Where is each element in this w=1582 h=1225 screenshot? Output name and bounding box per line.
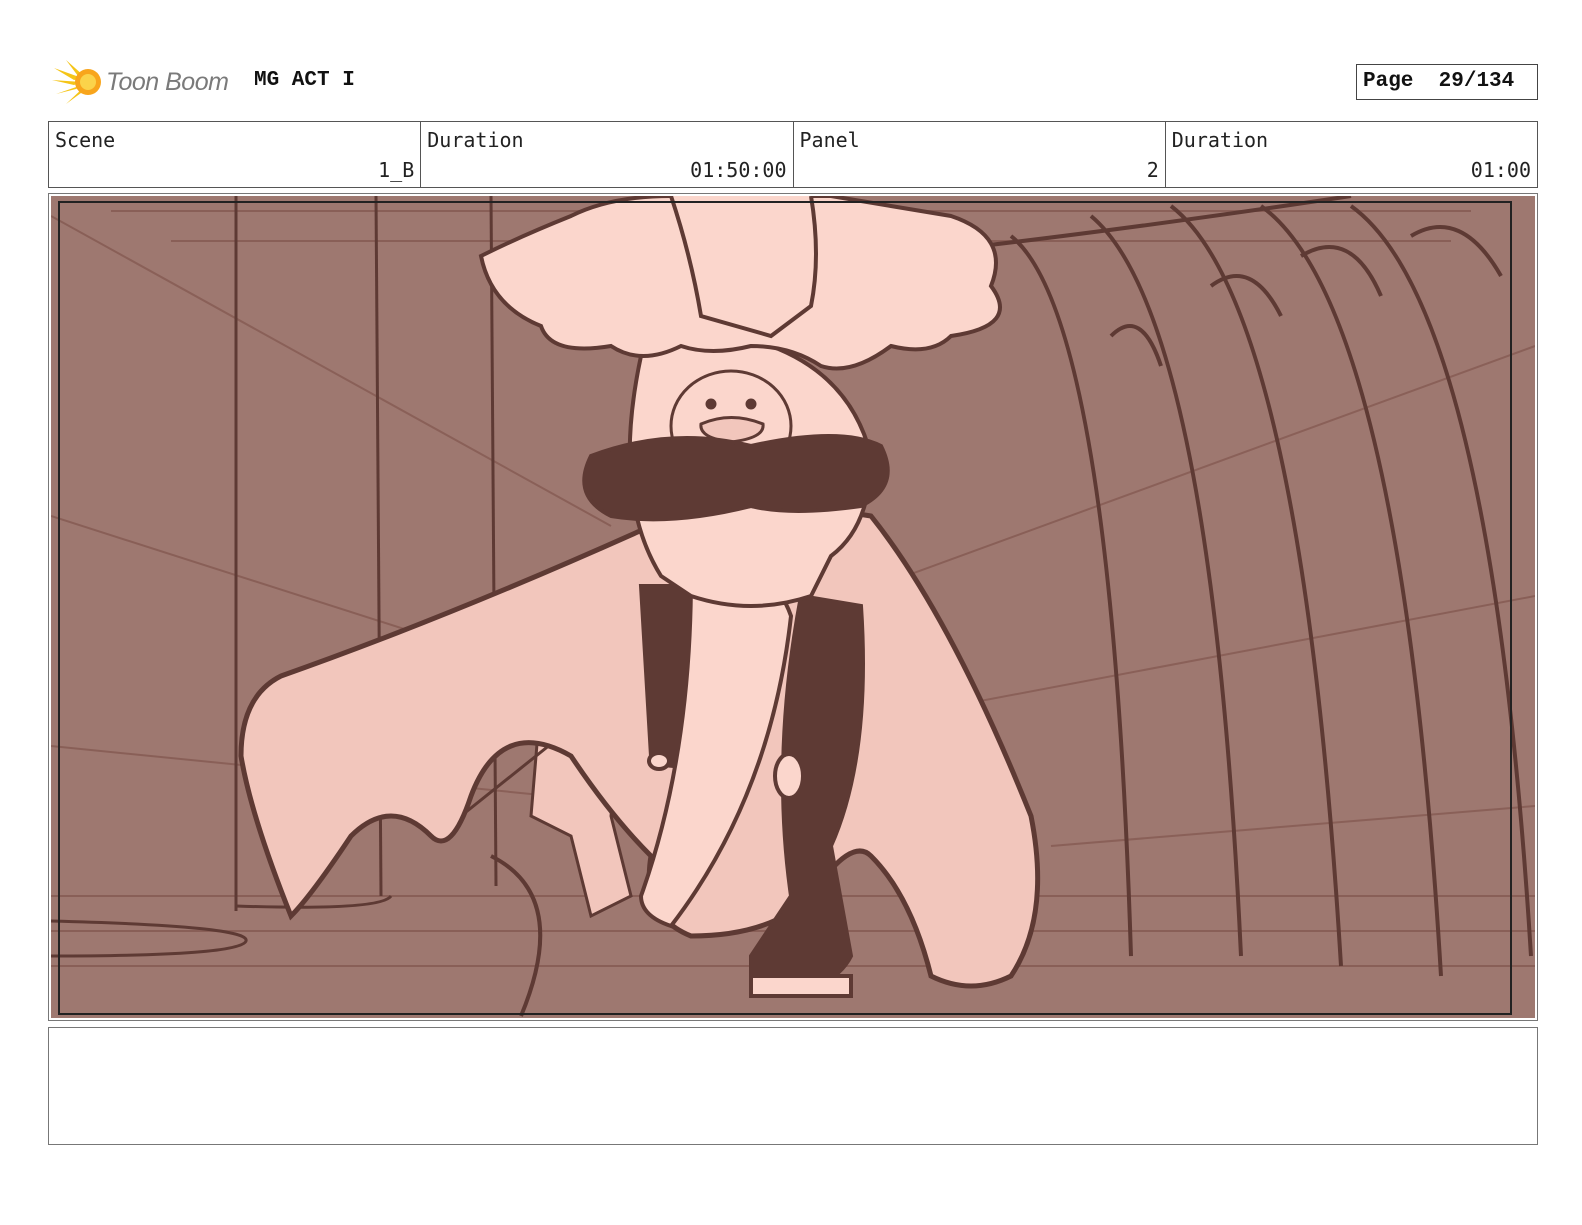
page-label: Page [1363,70,1414,93]
panel-label: Panel [799,128,860,152]
scene-duration-cell: Duration 01:50:00 [421,122,794,187]
scene-duration-value: 01:50:00 [690,158,787,182]
scene-cell: Scene 1_B [49,122,422,187]
panel-duration-cell: Duration 01:00 [1166,122,1537,187]
character-hair [478,196,1002,371]
storyboard-header: Toon Boom MG ACT I Page 29/134 [48,56,1538,108]
storyboard-panel [48,193,1538,1021]
scene-label: Scene [55,128,116,152]
scene-value: 1_B [378,158,415,182]
toon-boom-logo: Toon Boom [52,60,229,104]
panel-drawing [51,196,1535,1018]
panel-duration-value: 01:00 [1470,158,1531,182]
panel-duration-label: Duration [1171,128,1269,152]
project-title: MG ACT I [254,69,355,92]
scene-info-row: Scene 1_B Duration 01:50:00 Panel 2 Dura… [48,121,1538,188]
scene-duration-label: Duration [427,128,524,152]
character-arms [582,434,890,522]
logo-text: Toon Boom [106,67,229,96]
panel-notes-box[interactable] [48,1027,1538,1145]
panel-cell: Panel 2 [794,122,1166,187]
starburst-logo-icon [52,60,101,104]
panel-value: 2 [1146,158,1159,182]
page-indicator: Page 29/134 [1356,64,1538,100]
page-number: 29/134 [1438,70,1515,93]
